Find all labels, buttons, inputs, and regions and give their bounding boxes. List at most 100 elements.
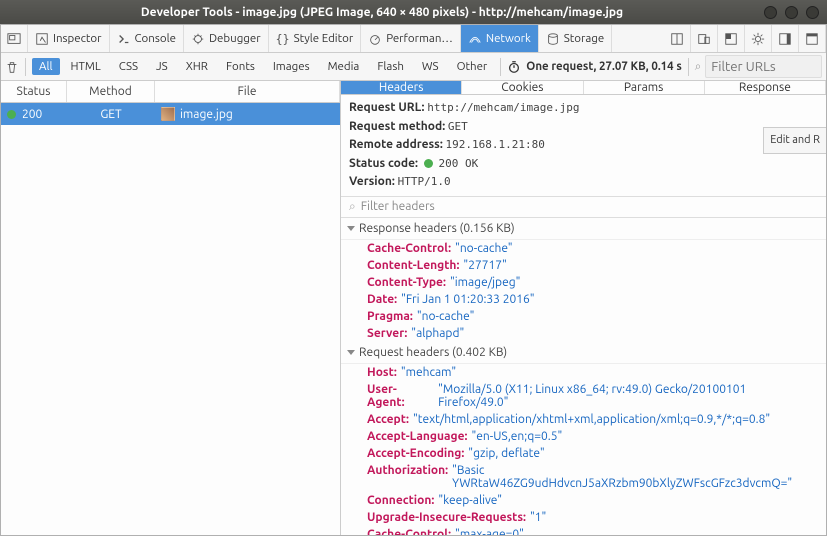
request-row[interactable]: 200 GET image.jpg	[1, 103, 340, 125]
header-row: Accept "text/html,application/xhtml+xml,…	[341, 411, 826, 428]
col-status[interactable]: Status	[1, 81, 67, 102]
header-row: Content-Length "27717"	[341, 257, 826, 274]
header-value: "max-age=0"	[455, 528, 524, 535]
request-headers-title[interactable]: Request headers (0.402 KB)	[341, 342, 826, 364]
dock-window-icon[interactable]	[799, 25, 826, 52]
detail-tab-response[interactable]: Response	[705, 81, 826, 94]
header-value: "mehcam"	[401, 366, 456, 379]
header-name: Server	[367, 327, 407, 340]
status-code: 200	[22, 108, 42, 121]
dock-side-icon[interactable]	[772, 25, 799, 52]
tab-storage-label: Storage	[564, 32, 604, 45]
response-headers-group: Response headers (0.156 KB) Cache-Contro…	[341, 218, 826, 342]
request-details: Headers Cookies Params Response Request …	[341, 81, 826, 535]
window-close-icon[interactable]	[806, 6, 819, 19]
devtools-toolbar: Inspector Console Debugger {} Style Edit…	[1, 25, 826, 53]
filter-html[interactable]: HTML	[64, 58, 108, 75]
detail-tab-cookies[interactable]: Cookies	[462, 81, 583, 94]
grab-color-icon[interactable]	[718, 25, 745, 52]
header-value: "alphapd"	[411, 327, 464, 340]
header-row: User-Agent "Mozilla/5.0 (X11; Linux x86_…	[341, 381, 826, 411]
filter-ws[interactable]: WS	[415, 58, 446, 75]
search-icon: ⌕	[349, 200, 356, 214]
header-name: Accept	[367, 413, 409, 426]
filter-all[interactable]: All	[32, 58, 60, 75]
col-method[interactable]: Method	[67, 81, 155, 102]
header-value: "text/html,application/xhtml+xml,applica…	[413, 413, 770, 426]
iframe-picker-button[interactable]	[1, 25, 28, 52]
header-row: Server "alphapd"	[341, 325, 826, 342]
filter-fonts[interactable]: Fonts	[219, 58, 262, 75]
search-icon: ⌕	[695, 60, 701, 74]
filter-flash[interactable]: Flash	[370, 58, 411, 75]
filter-js[interactable]: JS	[149, 58, 175, 75]
edit-and-resend-button[interactable]: Edit and R	[763, 127, 826, 154]
header-name: Content-Type	[367, 276, 446, 289]
header-value: "1"	[530, 511, 546, 524]
header-name: Pragma	[367, 310, 413, 323]
header-row: Date "Fri Jan 1 01:20:33 2016"	[341, 291, 826, 308]
header-value: "no-cache"	[455, 242, 513, 255]
header-row: Accept-Language "en-US,en;q=0.5"	[341, 428, 826, 445]
header-row: Cache-Control "no-cache"	[341, 240, 826, 257]
header-value: "en-US,en;q=0.5"	[471, 430, 562, 443]
header-value: "keep-alive"	[438, 494, 502, 507]
filter-media[interactable]: Media	[321, 58, 367, 75]
tab-performance[interactable]: Performan…	[361, 25, 461, 52]
request-summary: One request, 27.07 KB, 0.14 s	[507, 60, 682, 74]
tab-network[interactable]: Network	[461, 25, 539, 52]
filter-headers-row: ⌕ Filter headers	[341, 196, 826, 218]
header-value: "Fri Jan 1 01:20:33 2016"	[401, 293, 534, 306]
responsive-mode-icon[interactable]	[691, 25, 718, 52]
filter-xhr[interactable]: XHR	[179, 58, 215, 75]
header-row: Upgrade-Insecure-Requests "1"	[341, 509, 826, 526]
col-file[interactable]: File	[155, 81, 340, 102]
tab-inspector[interactable]: Inspector	[28, 25, 110, 52]
tab-style-editor-label: Style Editor	[294, 32, 354, 45]
header-name: Cache-Control	[367, 528, 451, 535]
filter-urls-input[interactable]	[705, 55, 822, 78]
window-titlebar: Developer Tools - image.jpg (JPEG Image,…	[0, 0, 827, 24]
header-name: Host	[367, 366, 397, 379]
request-list: Status Method File 200 GET image.jpg	[1, 81, 341, 535]
header-row: Pragma "no-cache"	[341, 308, 826, 325]
header-row: Connection "keep-alive"	[341, 492, 826, 509]
tab-network-label: Network	[486, 32, 531, 45]
file-name: image.jpg	[180, 108, 233, 121]
response-headers-title[interactable]: Response headers (0.156 KB)	[341, 218, 826, 240]
header-name: Accept-Language	[367, 430, 467, 443]
window-maximize-icon[interactable]	[785, 6, 798, 19]
header-name: Cache-Control	[367, 242, 451, 255]
file-thumbnail-icon	[161, 107, 175, 121]
tab-console[interactable]: Console	[110, 25, 184, 52]
filter-images[interactable]: Images	[266, 58, 317, 75]
clear-icon[interactable]	[5, 60, 19, 74]
settings-icon[interactable]	[745, 25, 772, 52]
window-title: Developer Tools - image.jpg (JPEG Image,…	[8, 6, 756, 19]
filter-other[interactable]: Other	[450, 58, 495, 75]
tab-debugger-label: Debugger	[209, 32, 261, 45]
split-console-icon[interactable]	[664, 25, 691, 52]
detail-tab-headers[interactable]: Headers	[341, 81, 462, 94]
header-name: Authorization	[367, 464, 448, 490]
tab-console-label: Console	[135, 32, 176, 45]
status-dot-icon	[424, 159, 433, 168]
tab-style-editor[interactable]: {} Style Editor	[269, 25, 362, 52]
header-name: Connection	[367, 494, 434, 507]
status-dot-icon	[7, 110, 16, 119]
header-value: "image/jpeg"	[450, 276, 520, 289]
detail-tab-params[interactable]: Params	[584, 81, 705, 94]
header-row: Content-Type "image/jpeg"	[341, 274, 826, 291]
request-summary-block: Request URL: http://mehcam/image.jpg Req…	[341, 95, 826, 196]
http-version: HTTP/1.0	[398, 175, 451, 188]
request-headers-group: Request headers (0.402 KB) Host "mehcam"…	[341, 342, 826, 535]
network-filterbar: All HTML CSS JS XHR Fonts Images Media F…	[1, 53, 826, 81]
header-value: "Mozilla/5.0 (X11; Linux x86_64; rv:49.0…	[438, 383, 818, 409]
tab-debugger[interactable]: Debugger	[184, 25, 269, 52]
tab-storage[interactable]: Storage	[539, 25, 612, 52]
filter-css[interactable]: CSS	[112, 58, 145, 75]
filter-headers-input[interactable]: Filter headers	[361, 200, 818, 213]
header-value: "Basic YWRtaW46ZG9udHdvcnJ5aXRzbm90bXlyZ…	[452, 464, 818, 490]
window-minimize-icon[interactable]	[764, 6, 777, 19]
tab-inspector-label: Inspector	[53, 32, 102, 45]
